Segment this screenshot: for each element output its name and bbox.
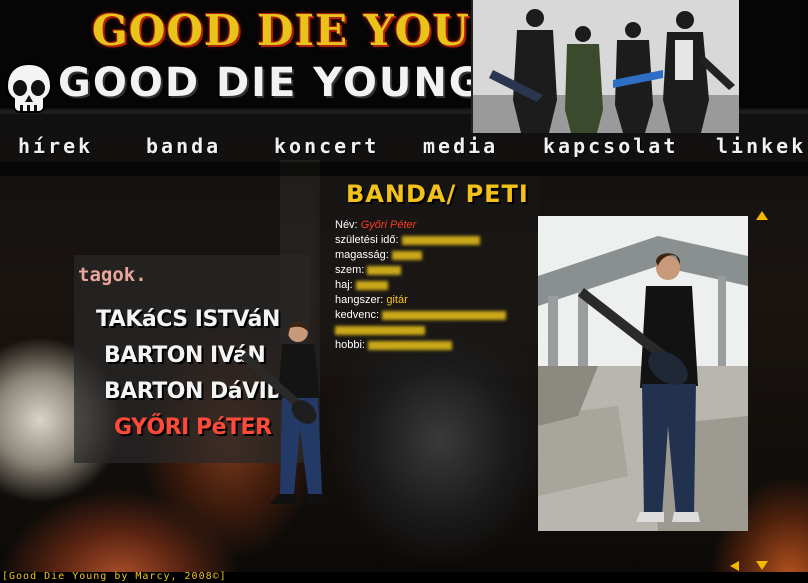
- profile-row-height: magasság:: [335, 248, 535, 263]
- background-band: [0, 162, 808, 176]
- profile-value-redacted: [367, 265, 402, 275]
- profile-row-favourite: kedvenc:: [335, 308, 535, 338]
- profile-label: születési idő:: [335, 234, 399, 246]
- profile-value: gitár: [386, 294, 408, 306]
- nav-link-banda[interactable]: banda: [146, 134, 221, 158]
- site-logo-main: GOOD DIE YOUNG: [58, 60, 484, 106]
- member-photo: [538, 216, 748, 531]
- band-photo: [471, 0, 739, 133]
- profile-row-birthdate: születési idő:: [335, 233, 535, 248]
- profile-title: BANDA/ PETI: [346, 180, 529, 208]
- profile-value: Győri Péter: [360, 219, 417, 231]
- nav-link-kapcsolat[interactable]: kapcsolat: [543, 134, 678, 158]
- profile-label: hobbi:: [335, 339, 365, 351]
- profile-label: magasság:: [335, 249, 389, 261]
- profile-label: hangszer:: [335, 294, 384, 306]
- scroll-up-arrow-icon[interactable]: [756, 211, 768, 220]
- nav-link-koncert[interactable]: koncert: [274, 134, 379, 158]
- main-nav: hírek banda koncert media kapcsolat link…: [0, 134, 808, 162]
- profile-row-hobby: hobbi:: [335, 338, 535, 353]
- profile-row-name: Név: Győri Péter: [335, 218, 535, 233]
- profile-label: kedvenc:: [335, 309, 380, 321]
- nav-link-linkek[interactable]: linkek: [716, 134, 806, 158]
- profile-value-redacted: [335, 325, 425, 335]
- profile-label: szem:: [335, 264, 365, 276]
- members-title: tagok.: [78, 264, 147, 286]
- profile-row-hair: haj:: [335, 278, 535, 293]
- scroll-down-arrow-icon[interactable]: [756, 561, 768, 570]
- profile-row-eyes: szem:: [335, 263, 535, 278]
- profile-label: haj:: [335, 279, 353, 291]
- profile-label: Név:: [335, 219, 358, 231]
- profile-value-redacted: [382, 310, 507, 320]
- nav-link-hirek[interactable]: hírek: [18, 134, 93, 158]
- profile-details: Név: Győri Péter születési idő: magasság…: [335, 218, 535, 353]
- profile-value-redacted: [355, 280, 388, 290]
- scroll-left-arrow-icon[interactable]: [730, 561, 739, 571]
- profile-row-instrument: hangszer: gitár: [335, 293, 535, 308]
- profile-value-redacted: [368, 340, 453, 350]
- nav-link-media[interactable]: media: [423, 134, 498, 158]
- profile-value-redacted: [401, 235, 480, 245]
- footer-credit: [Good Die Young by Marcy, 2008©]: [2, 571, 227, 582]
- skull-icon: [5, 62, 53, 113]
- profile-value-redacted: [391, 250, 422, 260]
